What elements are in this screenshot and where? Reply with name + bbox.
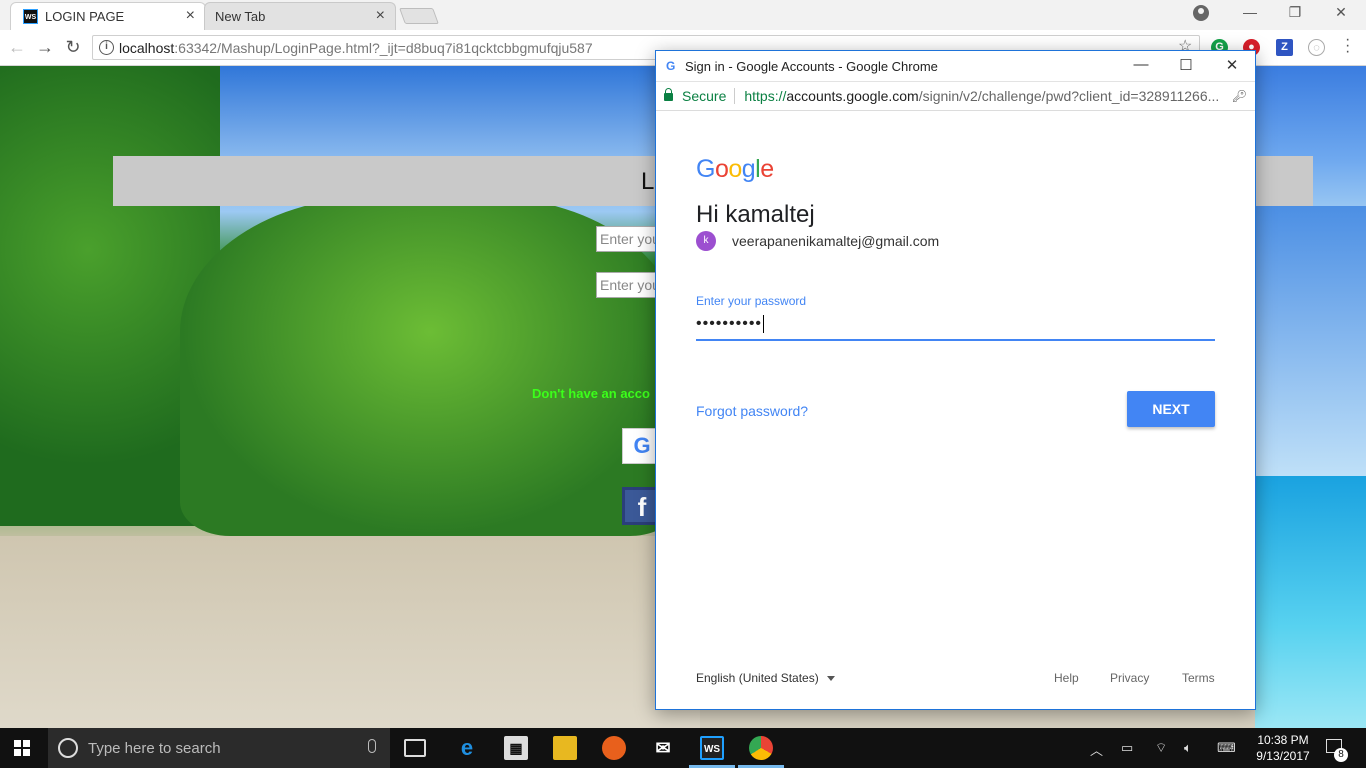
url-host: localhost xyxy=(119,39,175,56)
background-sky-right xyxy=(1255,206,1366,476)
close-tab-icon[interactable]: × xyxy=(186,7,195,25)
reload-icon[interactable]: ↻ xyxy=(62,37,84,58)
url-path: :63342/Mashup/LoginPage.html?_ijt=d8buq7… xyxy=(174,39,593,56)
google-signin-popup: G Sign in - Google Accounts - Google Chr… xyxy=(655,50,1256,710)
password-value: •••••••••• xyxy=(696,315,763,333)
store-icon[interactable]: ▦ xyxy=(504,736,528,760)
password-field[interactable]: •••••••••• xyxy=(696,315,1215,341)
account-email: veerapanenikamaltej@gmail.com xyxy=(732,233,940,249)
webstorm-icon: WS xyxy=(23,9,38,24)
webstorm-icon[interactable]: WS xyxy=(700,736,724,760)
cortana-icon[interactable] xyxy=(58,738,78,758)
new-tab-button[interactable] xyxy=(399,8,439,24)
close-window-icon[interactable]: ✕ xyxy=(1331,4,1351,21)
browser-tabstrip: WS LOGIN PAGE × New Tab × — ❐ ✕ xyxy=(0,0,1366,30)
menu-dots-icon[interactable]: · · · xyxy=(1345,32,1350,60)
url-path: /signin/v2/challenge/pwd?client_id=32891… xyxy=(918,88,1220,104)
avatar: k xyxy=(696,231,716,251)
popup-close-icon[interactable]: ✕ xyxy=(1222,56,1242,74)
lock-icon xyxy=(664,88,673,101)
tab-login-page[interactable]: WS LOGIN PAGE × xyxy=(10,2,206,30)
tab-label: LOGIN PAGE xyxy=(45,9,125,24)
account-chip[interactable]: k veerapanenikamaltej@gmail.com xyxy=(696,231,939,251)
help-link[interactable]: Help xyxy=(1054,671,1079,685)
task-view-icon[interactable] xyxy=(404,739,426,757)
extension-circle-icon[interactable]: ◌ xyxy=(1308,39,1325,56)
popup-titlebar: G Sign in - Google Accounts - Google Chr… xyxy=(656,51,1255,81)
greeting-heading: Hi kamaltej xyxy=(696,201,815,228)
volume-icon[interactable]: 🔈︎ xyxy=(1184,740,1192,756)
chrome-icon[interactable] xyxy=(749,736,773,760)
clock-date: 9/13/2017 xyxy=(1256,749,1310,763)
popup-address-bar[interactable]: Secure https://accounts.google.com/signi… xyxy=(656,81,1255,111)
firefox-icon[interactable] xyxy=(602,736,626,760)
tab-label: New Tab xyxy=(215,9,266,24)
key-icon[interactable]: 🔑︎ xyxy=(1232,89,1247,103)
forgot-password-link[interactable]: Forgot password? xyxy=(696,403,808,419)
google-favicon-icon: G xyxy=(666,59,676,73)
file-explorer-icon[interactable] xyxy=(553,736,577,760)
chevron-down-icon xyxy=(826,676,835,682)
wifi-icon[interactable]: ⌔ xyxy=(1155,740,1167,756)
terms-link[interactable]: Terms xyxy=(1182,671,1215,685)
tab-new-tab[interactable]: New Tab × xyxy=(204,2,396,30)
restore-icon[interactable]: ❐ xyxy=(1285,4,1305,21)
chevron-up-icon[interactable]: ︿ xyxy=(1090,740,1103,759)
microphone-icon[interactable] xyxy=(368,739,376,753)
mail-icon[interactable]: ✉ xyxy=(651,736,675,760)
next-button[interactable]: NEXT xyxy=(1127,391,1215,427)
url-host: accounts.google.com xyxy=(786,88,919,104)
background-beach xyxy=(0,536,700,728)
battery-icon[interactable]: ▭ xyxy=(1121,740,1133,756)
minimize-icon[interactable]: — xyxy=(1240,4,1260,20)
keyboard-icon[interactable]: ⌨ xyxy=(1217,740,1236,756)
forward-arrow-icon[interactable]: → xyxy=(34,37,56,58)
url-scheme: https:// xyxy=(744,88,787,104)
taskbar-search[interactable]: Type here to search xyxy=(48,728,390,768)
zotero-icon[interactable]: Z xyxy=(1276,39,1293,56)
google-logo: Google xyxy=(696,155,774,183)
notification-badge: 8 xyxy=(1334,748,1348,762)
signin-form: Google Hi kamaltej k veerapanenikamaltej… xyxy=(656,111,1255,709)
back-arrow-icon[interactable]: ← xyxy=(6,37,28,58)
search-placeholder: Type here to search xyxy=(88,739,221,757)
language-label: English (United States) xyxy=(696,671,819,685)
background-sea xyxy=(1255,476,1366,728)
text-caret xyxy=(763,315,765,333)
system-clock[interactable]: 10:38 PM 9/13/2017 xyxy=(1256,732,1310,764)
profile-icon[interactable] xyxy=(1193,5,1209,21)
windows-taskbar: Type here to search e ▦ ✉ WS ︿ ▭ ⌔ 🔈︎ ⌨ … xyxy=(0,728,1366,768)
language-selector[interactable]: English (United States) xyxy=(696,671,835,685)
edge-icon[interactable]: e xyxy=(455,736,479,760)
secure-label[interactable]: Secure xyxy=(682,88,736,104)
close-tab-icon[interactable]: × xyxy=(376,7,385,25)
signup-link[interactable]: Don't have an acco xyxy=(532,386,650,401)
password-label: Enter your password xyxy=(696,294,807,308)
privacy-link[interactable]: Privacy xyxy=(1110,671,1149,685)
popup-maximize-icon[interactable]: ☐ xyxy=(1176,56,1196,74)
info-icon[interactable]: i xyxy=(99,40,114,55)
windows-start-icon[interactable] xyxy=(14,740,30,756)
popup-title: Sign in - Google Accounts - Google Chrom… xyxy=(685,59,938,74)
popup-minimize-icon[interactable]: — xyxy=(1131,56,1151,73)
clock-time: 10:38 PM xyxy=(1257,733,1309,747)
